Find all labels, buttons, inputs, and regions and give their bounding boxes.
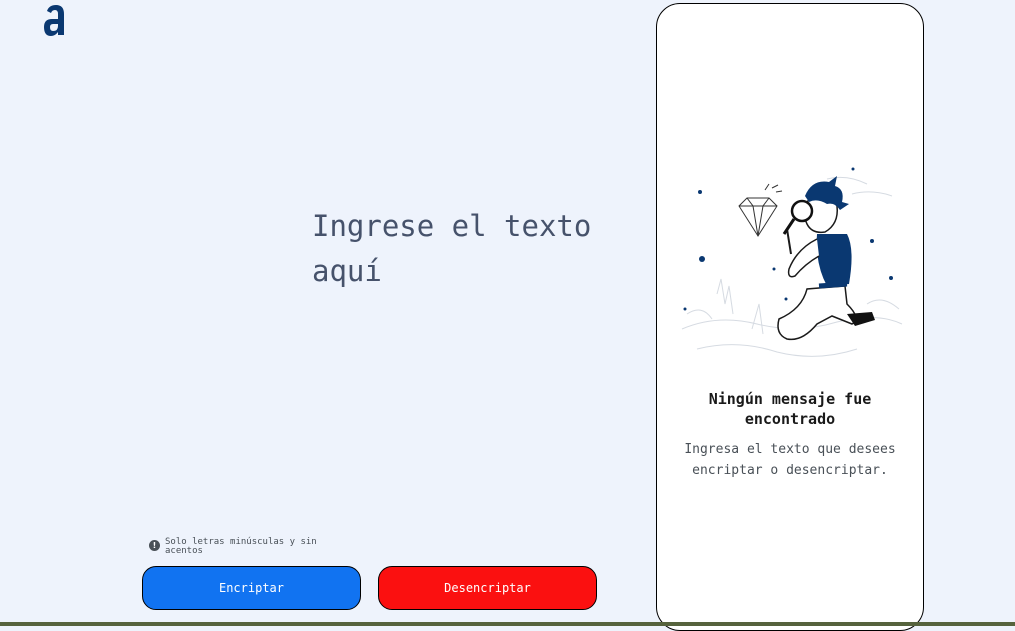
empty-state-description: Ingresa el texto que desees encriptar o …: [684, 442, 896, 478]
empty-state-title: Ningún mensaje fue encontrado: [708, 390, 872, 428]
text-input[interactable]: [310, 202, 624, 506]
input-hint: ! Solo letras minúsculas y sin acentos: [149, 538, 319, 556]
alura-logo-icon: [44, 5, 64, 36]
person-with-magnifying-glass-illustration: [681, 167, 903, 357]
taskbar-edge: [0, 622, 1015, 626]
decrypt-button[interactable]: Desencriptar: [378, 566, 597, 610]
hint-text: Solo letras minúsculas y sin acentos: [165, 537, 317, 556]
info-icon: !: [149, 540, 160, 551]
encrypt-button[interactable]: Encriptar: [142, 566, 361, 610]
output-panel: Ningún mensaje fue encontrado Ingresa el…: [656, 3, 924, 631]
